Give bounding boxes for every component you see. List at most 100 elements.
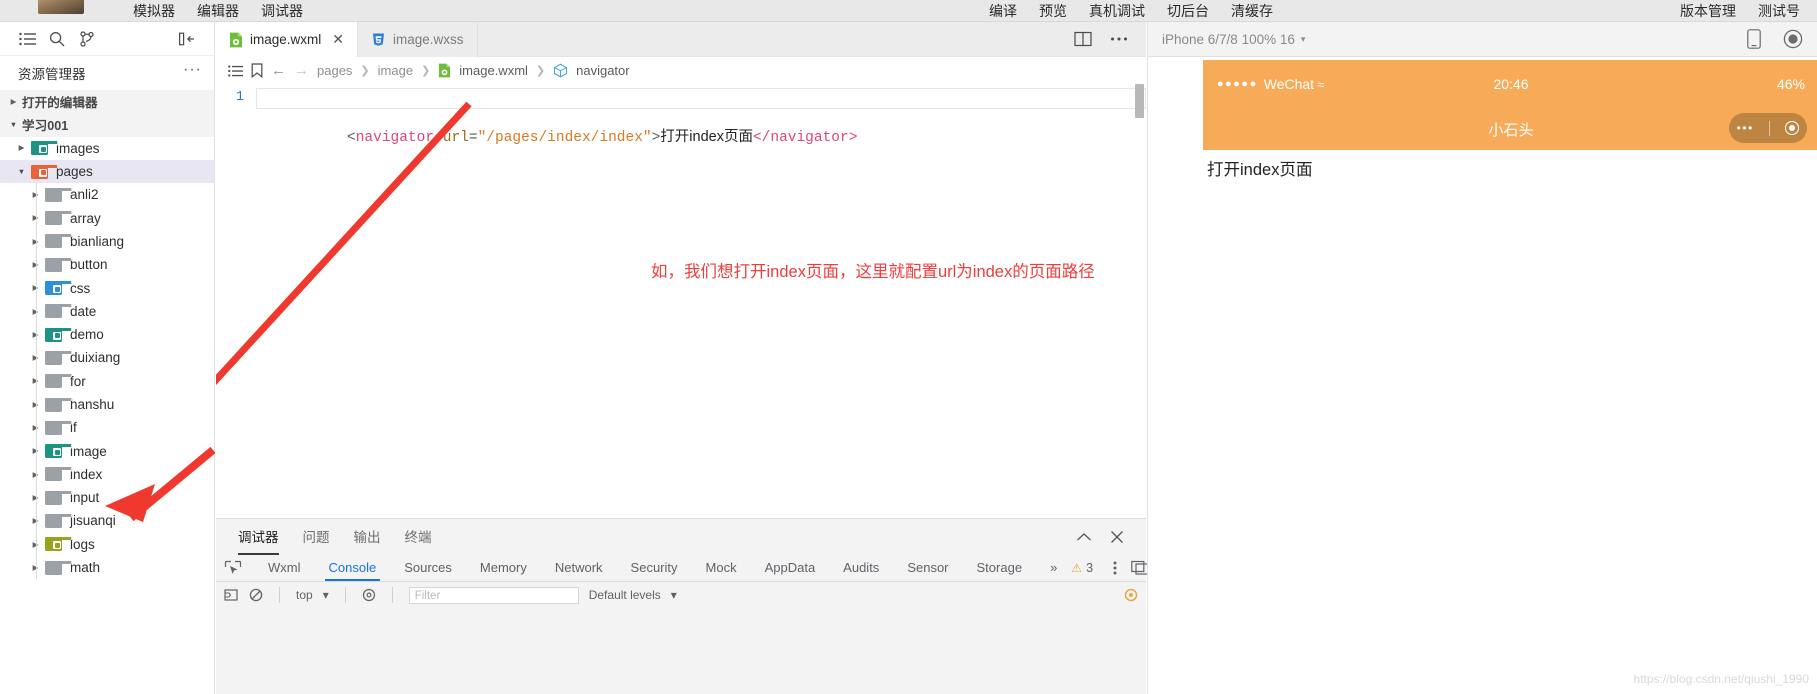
navigator-link[interactable]: 打开index页面 [1207,158,1815,182]
device-rotate-icon[interactable] [1747,29,1761,49]
menu-item-test-account[interactable]: 测试号 [1747,0,1811,22]
element-symbol-icon [553,63,568,78]
back-arrow-icon[interactable]: ← [271,62,286,79]
top-menu-center-group: 编译 预览 真机调试 切后台 清缓存 [978,0,1284,22]
folder-green-icon [45,327,72,342]
menu-item-version-management[interactable]: 版本管理 [1669,0,1747,22]
menu-item-real-device-debug[interactable]: 真机调试 [1078,0,1156,22]
clear-console-icon[interactable] [224,588,239,602]
more-actions-icon[interactable] [1110,36,1128,42]
target-icon[interactable] [1785,121,1800,135]
folder-grey-icon [45,187,72,202]
outline-icon[interactable] [228,64,243,77]
menu-item-preview[interactable]: 预览 [1028,0,1078,22]
devtools-tab-audits[interactable]: Audits [829,560,893,575]
debugger-tab-debugger[interactable]: 调试器 [238,526,279,555]
tree-item-label: demo [70,327,104,343]
inspect-element-icon[interactable] [224,560,242,576]
tree-item-bianliang[interactable]: ▶bianliang [0,229,214,254]
console-context-select[interactable]: top [296,588,313,602]
editor-tab-image-wxml[interactable]: image.wxml ✕ [216,22,358,57]
devtools-tab-memory[interactable]: Memory [466,560,541,575]
console-context-caret[interactable]: ▾ [323,588,329,602]
console-warning-gear-icon[interactable] [1124,588,1138,602]
user-avatar[interactable] [38,0,84,14]
chevron-down-icon[interactable]: ▼ [14,168,29,176]
tree-item-hanshu[interactable]: ▶hanshu [0,392,214,417]
tree-item-array[interactable]: ▶array [0,206,214,230]
devtools-tab-sources[interactable]: Sources [390,560,466,575]
breadcrumb-symbol[interactable]: navigator [576,63,629,78]
tree-item-demo[interactable]: ▶demo [0,322,214,347]
toolbar-divider [279,587,280,603]
tree-item-for[interactable]: ▶for [0,369,214,393]
tree-item-duixiang[interactable]: ▶duixiang [0,346,214,370]
devtools-tab-mock[interactable]: Mock [692,560,751,575]
editor-scrollbar[interactable] [1135,84,1144,118]
devtools-tab-console[interactable]: Console [315,560,391,581]
devtools-tab-network[interactable]: Network [541,560,617,575]
code-area[interactable]: 1 <navigator url="/pages/index/index">打开… [216,84,1146,552]
tree-item-images[interactable]: ▶ images [0,137,214,160]
tree-item-anli2[interactable]: ▶anli2 [0,183,214,207]
chevron-right-icon[interactable]: ▶ [14,144,29,152]
no-entry-icon[interactable] [249,588,263,602]
menu-item-simulator[interactable]: 模拟器 [122,0,186,22]
close-icon[interactable]: ✕ [332,31,344,48]
code-text[interactable]: <navigator url="/pages/index/index">打开in… [256,88,1146,167]
console-level-select[interactable]: Default levels [589,588,661,602]
tree-item-if[interactable]: ▶if [0,416,214,440]
devtools-tab-storage[interactable]: Storage [963,560,1037,575]
devtools-tab-appdata[interactable]: AppData [751,560,830,575]
chevron-right-icon[interactable]: ▶ [6,98,21,106]
forward-arrow-icon[interactable]: → [294,62,309,79]
explorer-title: 资源管理器 [18,67,86,82]
folder-grey-icon [45,234,72,249]
menu-item-debugger[interactable]: 调试器 [250,0,314,22]
bookmark-icon[interactable] [251,63,263,78]
list-icon[interactable] [12,26,42,52]
chevron-down-icon[interactable]: ▾ [1301,34,1306,45]
menu-item-compile[interactable]: 编译 [978,0,1028,22]
capsule-menu-button[interactable]: ••• [1729,113,1807,143]
console-filter-input[interactable]: Filter [408,586,579,604]
devtools-overflow-icon[interactable]: » [1036,560,1071,575]
devtools-tab-wxml[interactable]: Wxml [254,560,315,575]
devtools-more-icon[interactable] [1105,560,1125,576]
explorer-more-icon[interactable]: ··· [183,61,202,85]
breadcrumb-image[interactable]: image [378,63,413,78]
breadcrumb-pages[interactable]: pages [317,63,352,78]
warning-badge[interactable]: ⚠ 3 [1071,561,1093,575]
tree-item-math[interactable]: ▶math [0,555,214,580]
split-editor-icon[interactable] [1074,31,1092,47]
tree-item-css[interactable]: ▶css [0,276,214,300]
menu-item-clear-cache[interactable]: 清缓存 [1220,0,1284,22]
debugger-tab-problems[interactable]: 问题 [303,526,330,548]
source-control-icon[interactable] [72,26,102,52]
annotation-arrow-head [105,446,215,522]
console-level-caret[interactable]: ▾ [671,588,677,602]
settings-gear-icon[interactable] [362,588,376,602]
chevron-down-icon[interactable]: ▼ [6,121,21,129]
collapse-panel-icon[interactable] [172,26,202,52]
debugger-tab-output[interactable]: 输出 [354,526,381,548]
tree-item-打开的编辑器[interactable]: ▶ 打开的编辑器 [0,90,214,114]
editor-tab-image-wxss[interactable]: image.wxss [358,22,478,57]
tree-item-button[interactable]: ▶button [0,253,214,277]
tree-item-pages[interactable]: ▼ pages [0,159,214,184]
top-menu-right-group: 版本管理 测试号 [1669,0,1811,22]
tree-item-学习001[interactable]: ▼ 学习001 [0,113,214,137]
device-selector-label[interactable]: iPhone 6/7/8 100% 16 [1162,32,1295,47]
breadcrumb-separator: ❯ [360,65,370,77]
menu-item-editor[interactable]: 编辑器 [186,0,250,22]
debugger-tab-terminal[interactable]: 终端 [405,526,432,548]
close-icon[interactable] [1110,530,1124,544]
devtools-tab-security[interactable]: Security [617,560,692,575]
menu-item-background[interactable]: 切后台 [1156,0,1220,22]
chevron-up-icon[interactable] [1076,532,1092,542]
search-icon[interactable] [42,26,72,52]
record-icon[interactable] [1783,29,1803,49]
breadcrumb-file[interactable]: image.wxml [459,63,528,78]
tree-item-date[interactable]: ▶date [0,299,214,323]
devtools-tab-sensor[interactable]: Sensor [893,560,962,575]
